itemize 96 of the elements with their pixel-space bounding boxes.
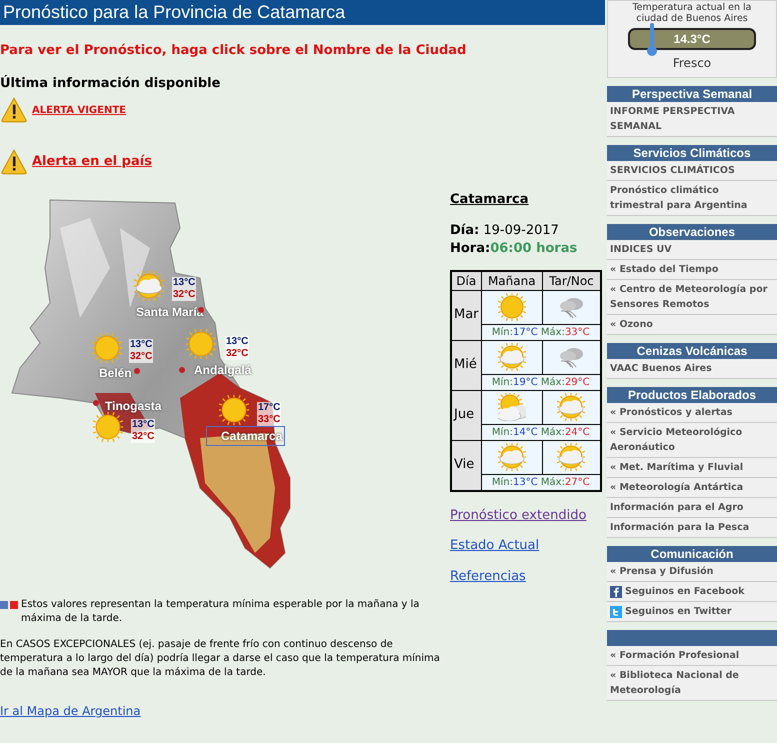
max-temperature: 27°C	[564, 476, 590, 488]
day-cell: Mar	[451, 290, 482, 340]
max-temperature: 32°C	[225, 348, 250, 360]
min-temperature: 13°C	[172, 277, 196, 289]
sun-cloud-icon	[557, 443, 586, 471]
link[interactable]: Pronóstico extendido	[450, 506, 602, 525]
sidebar-link[interactable]: VAAC Buenos Aires	[607, 359, 777, 379]
sidebar-link[interactable]: « Estado del Tiempo	[607, 260, 777, 280]
max-temperature: 24°C	[564, 426, 590, 438]
max-temperature: 33°C	[564, 326, 590, 338]
condition-text: Fresco	[672, 55, 712, 72]
warning-icon	[0, 96, 28, 124]
min-temperature: 17°C	[257, 402, 282, 414]
min-label: Mín:	[492, 426, 513, 438]
max-temperature: 32°C	[131, 431, 156, 443]
link[interactable]: Estado Actual	[450, 536, 602, 556]
sun-cloud-icon	[498, 443, 526, 471]
sidebar-link[interactable]: « Centro de Meteorología por Sensores Remotos	[607, 280, 777, 315]
max-temperature: 32°C	[129, 351, 154, 363]
sun-icon	[92, 333, 122, 363]
day-cell: Vie	[451, 440, 482, 490]
date-value: 19-09-2017	[483, 222, 559, 238]
city-title: Catamarca	[450, 191, 530, 209]
max-label: Máx:	[540, 326, 565, 338]
link[interactable]: Referencias	[450, 566, 602, 586]
sun-icon	[498, 293, 526, 321]
section-header: Servicios Climáticos	[607, 145, 777, 161]
sun-cloud-icon	[557, 393, 586, 421]
sun-icon	[186, 329, 216, 359]
day-cell: Mié	[451, 340, 482, 390]
legend-icon	[0, 601, 18, 609]
sidebar-link[interactable]: Pronóstico climático trimestral para Argentina	[607, 181, 777, 216]
max-temperature: 32°C	[172, 289, 196, 301]
twitter-icon	[610, 606, 622, 618]
max-label: Máx:	[540, 476, 565, 488]
warning-icon	[0, 148, 28, 176]
note-text: En CASOS EXCEPCIONALES (ej. pasaje de frente frío con continuo descenso de temperatura a lo largo del día) podría llegar a darse el caso que la temperatura mínima de la mañana sea MAYOR que la máxima de la tarde.	[0, 638, 440, 680]
column-header: Día	[451, 270, 482, 290]
max-label: Máx:	[540, 376, 565, 388]
alert-link[interactable]: Alerta en el país	[32, 152, 152, 172]
sun-icon	[219, 395, 249, 425]
sidebar-link[interactable]: « Formación Profesional	[607, 646, 777, 666]
min-label: Mín:	[492, 476, 513, 488]
sun-cloud-icon	[498, 393, 526, 421]
min-label: Mín:	[492, 326, 513, 338]
section-header: Cenizas Volcánicas	[607, 343, 777, 359]
section-header: Productos Elaborados	[607, 387, 777, 403]
link-label: Seguinos en Facebook	[625, 585, 744, 599]
sidebar-link[interactable]: SERVICIOS CLIMÁTICOS	[607, 161, 777, 181]
max-label: Máx:	[540, 426, 565, 438]
date-label: Día:	[450, 222, 480, 238]
min-temperature: 19°C	[512, 376, 538, 388]
max-temperature: 33°C	[257, 414, 282, 426]
time-label: Hora:	[450, 240, 490, 256]
link-label: Seguinos en Twitter	[625, 605, 732, 619]
sidebar-link[interactable]: « Met. Marítima y Fluvial	[607, 458, 777, 478]
min-temperature: 13°C	[512, 476, 538, 488]
widget-caption: Temperatura actual en la ciudad de Buenos Aires	[631, 2, 752, 24]
section-header: Observaciones	[607, 224, 777, 240]
day-cell: Jue	[451, 390, 482, 440]
min-temperature: 13°C	[225, 336, 250, 348]
column-header: Mañana	[481, 270, 542, 290]
section-header: Perspectiva Semanal	[607, 86, 777, 102]
sidebar-link[interactable]: « Meteorología Antártica	[607, 478, 777, 498]
min-temperature: 13°C	[131, 419, 156, 431]
sidebar-link[interactable]: Información para la Pesca	[607, 518, 777, 538]
sidebar-link[interactable]: « Prensa y Difusión	[607, 562, 777, 582]
sidebar-link[interactable]: INDICES UV	[607, 240, 777, 260]
sidebar-link[interactable]: « Biblioteca Nacional de Meteorología	[607, 666, 777, 701]
min-temperature: 17°C	[512, 326, 538, 338]
max-temperature: 29°C	[564, 376, 590, 388]
thermometer-icon	[646, 22, 658, 58]
sidebar-link[interactable]: INFORME PERSPECTIVA SEMANAL	[607, 102, 777, 137]
sun-icon	[93, 412, 123, 442]
sun-cloud-icon	[498, 343, 526, 371]
min-temperature: 14°C	[512, 426, 538, 438]
sidebar-link[interactable]: Información para el Agro	[607, 498, 777, 518]
section-header: Comunicación	[607, 546, 777, 562]
time-value: 06:00 horas	[490, 240, 578, 256]
sidebar-link[interactable]: « Ozono	[607, 315, 777, 335]
page-header: Pronóstico para la Provincia de Catamarca	[0, 0, 605, 25]
instruction-text: Para ver el Pronóstico, haga click sobre el Nombre de la Ciudad	[0, 42, 468, 60]
min-label: Mín:	[492, 376, 513, 388]
alert-link[interactable]: ALERTA VIGENTE	[32, 102, 126, 118]
map-link[interactable]: Ir al Mapa de Argentina	[0, 702, 141, 720]
sidebar-link[interactable]: « Servicio Meteorológico Aeronáutico	[607, 423, 777, 458]
sidebar-link[interactable]: Seguinos en Facebook	[607, 582, 777, 602]
sidebar-link[interactable]: « Pronósticos y alertas	[607, 403, 777, 423]
min-temperature: 13°C	[129, 339, 154, 351]
city-link[interactable]: Tinogasta	[103, 397, 164, 415]
section-heading: Última información disponible	[0, 74, 222, 92]
sidebar-link[interactable]: Seguinos en Twitter	[607, 602, 777, 622]
legend-text: Estos valores representan la temperatura mínima esperable por la mañana y la máxima de la tarde.	[21, 598, 420, 626]
facebook-icon	[610, 586, 622, 598]
sun-cloud-icon	[134, 271, 164, 301]
temperature-value: 14.3°C	[674, 31, 710, 48]
